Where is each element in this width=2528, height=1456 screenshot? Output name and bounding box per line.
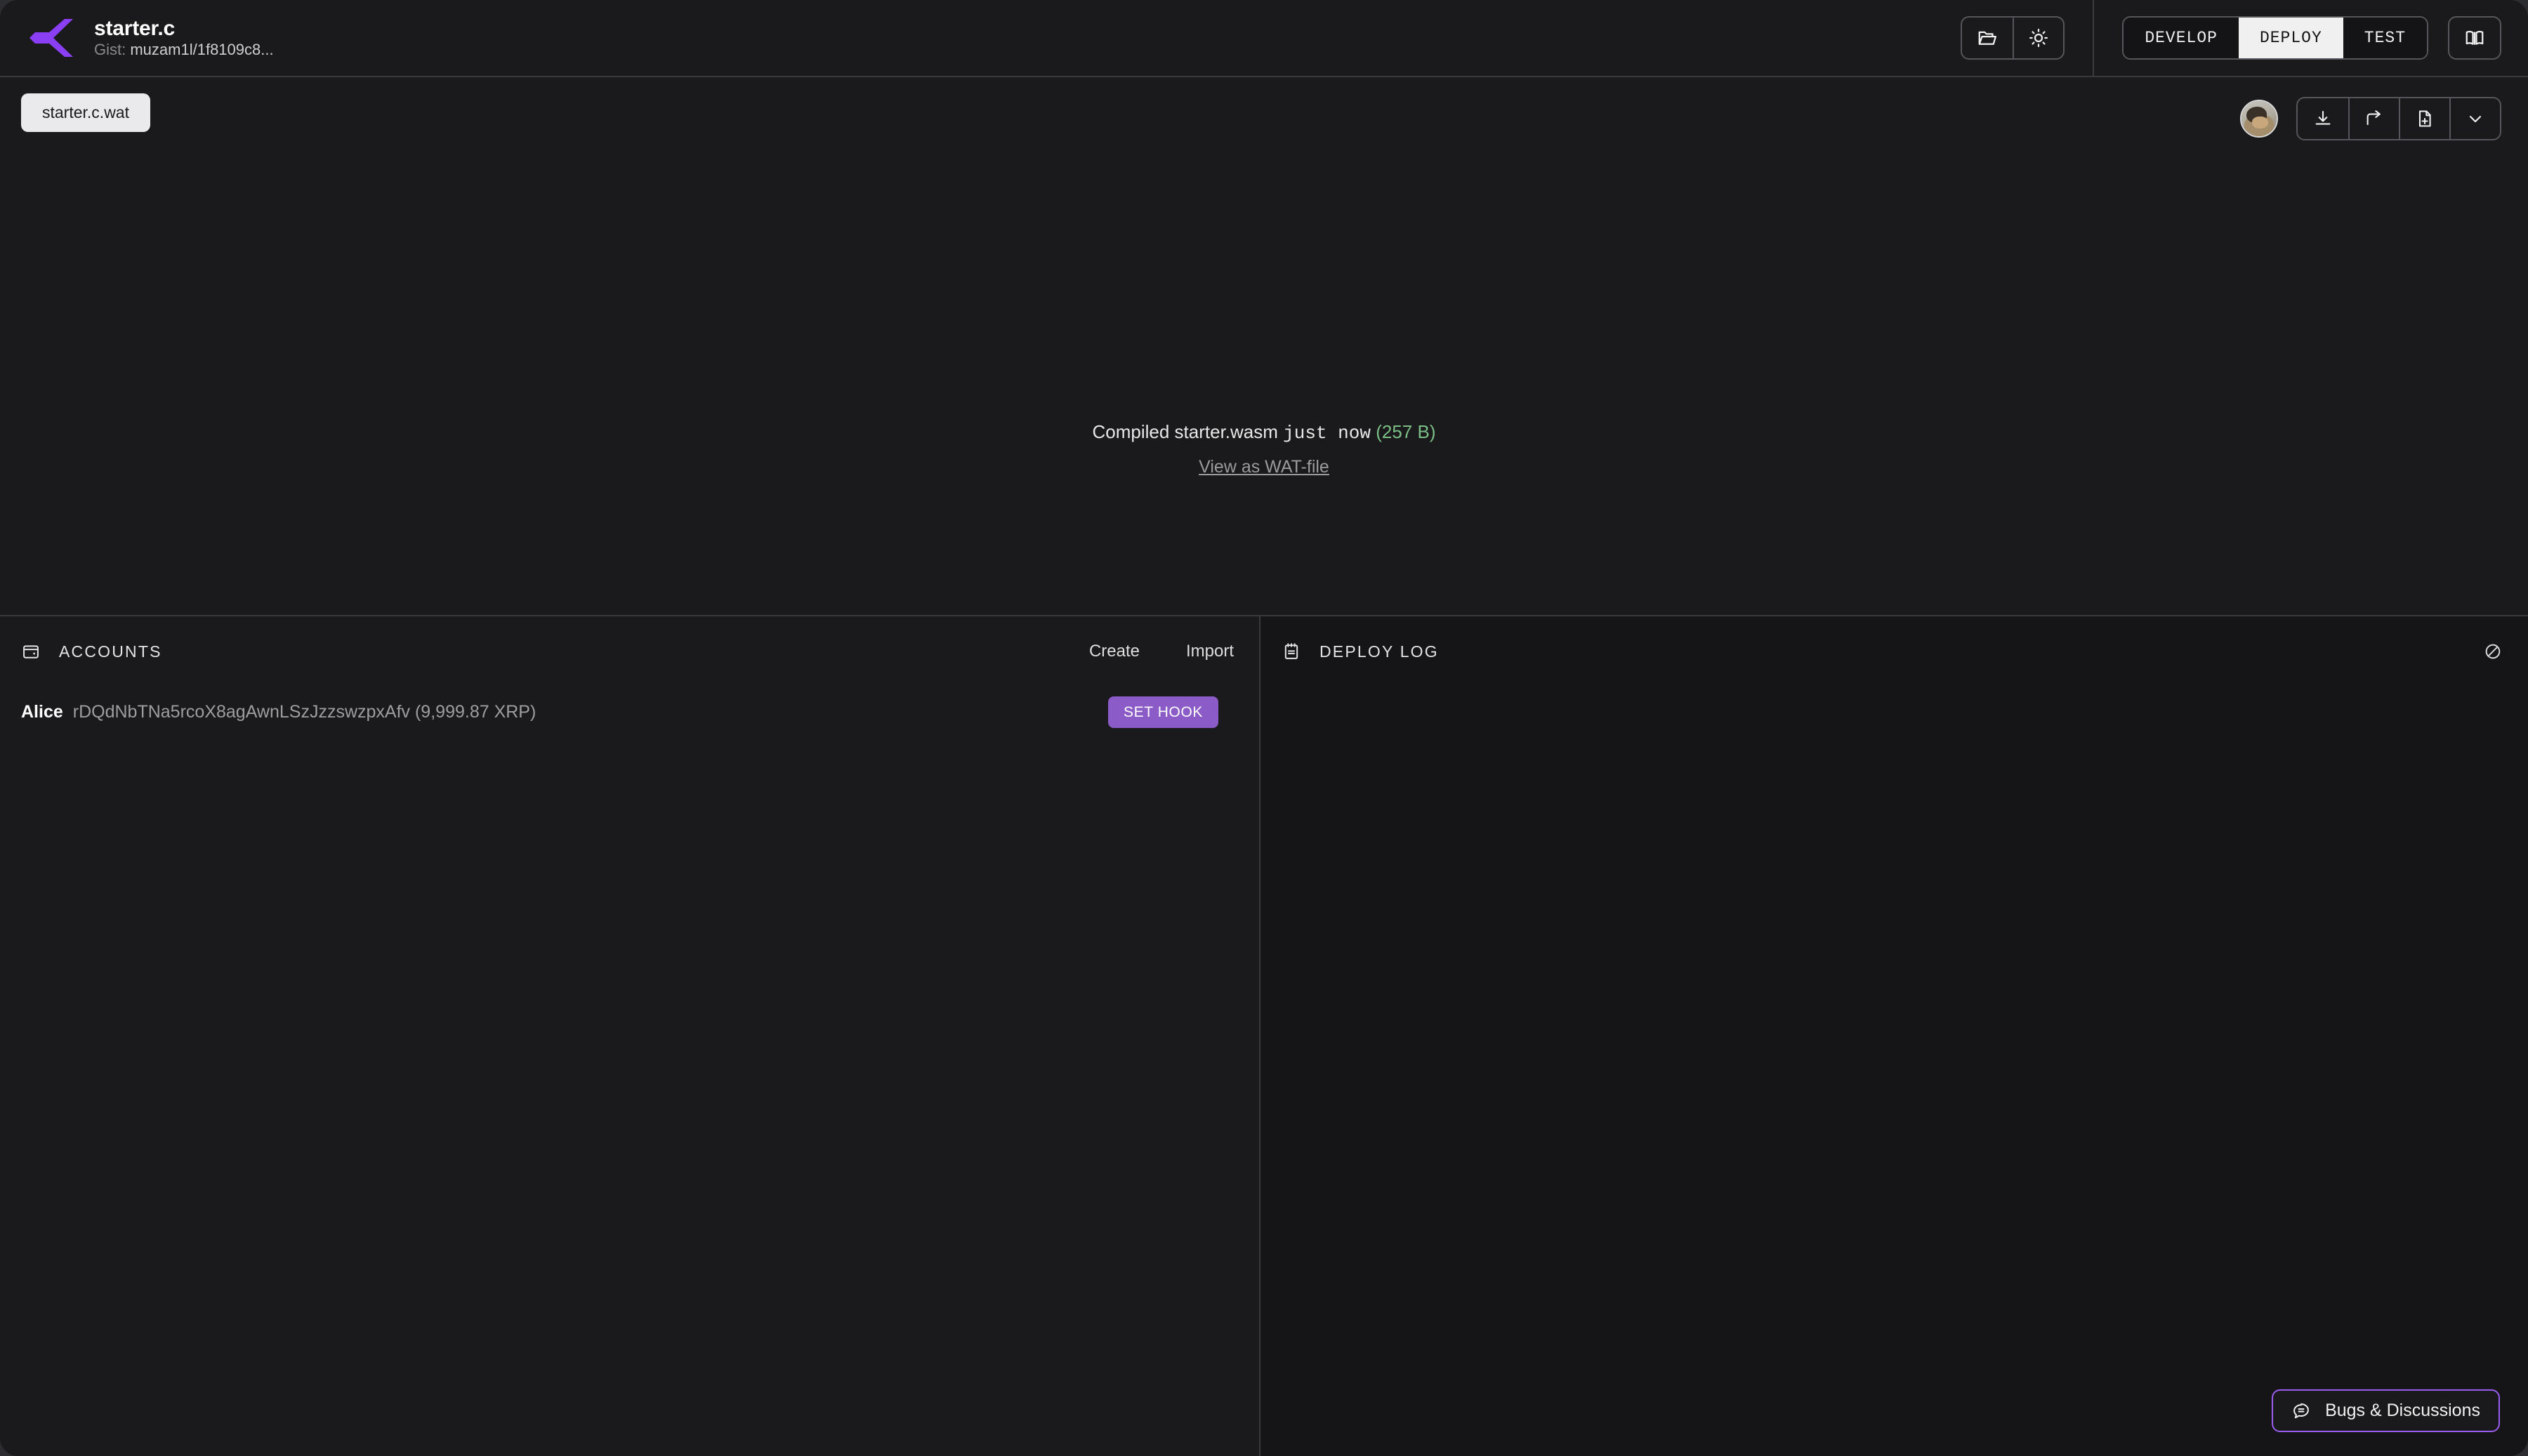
file-theme-group [1961, 16, 2065, 60]
wallet-icon [21, 642, 41, 661]
folder-open-icon [1978, 31, 1997, 45]
share-icon [2366, 110, 2381, 126]
gist-line: Gist: muzam1l/1f8109c8... [94, 42, 274, 58]
tab-bar: starter.c.wat [0, 77, 2528, 147]
download-button[interactable] [2298, 98, 2348, 139]
clear-log-button[interactable] [2483, 642, 2503, 661]
bugs-discussions-button[interactable]: Bugs & Discussions [2272, 1389, 2500, 1432]
chevron-down-icon [2469, 116, 2482, 123]
account-name: Alice [21, 702, 63, 722]
gist-value: muzam1l/1f8109c8... [130, 41, 274, 58]
account-address: rDQdNbTNa5rcoX8agAwnLSzJzzswzpxAfv (9,99… [72, 702, 536, 722]
compile-time: just now [1283, 423, 1371, 444]
editor-action-group [2296, 97, 2501, 140]
top-bar-divider [2093, 0, 2095, 77]
gist-label: Gist: [94, 41, 126, 58]
theme-toggle-button[interactable] [2013, 18, 2063, 58]
new-file-button[interactable] [2399, 98, 2449, 139]
download-icon [2315, 111, 2331, 125]
hooks-builder-logo-icon [29, 19, 73, 57]
top-bar: starter.c Gist: muzam1l/1f8109c8... DEVE… [0, 0, 2528, 77]
avatar-image-snout [2252, 117, 2268, 128]
deploy-log-header: DEPLOY LOG [1260, 616, 2528, 687]
set-hook-button[interactable]: SET HOOK [1108, 696, 1218, 728]
page-title: starter.c [94, 17, 175, 40]
mode-switch: DEVELOP DEPLOY TEST [2122, 16, 2428, 60]
app-window: starter.c Gist: muzam1l/1f8109c8... DEVE… [0, 0, 2528, 1456]
deploy-log-panel: DEPLOY LOG Bugs & Discussions [1260, 616, 2528, 1456]
bugs-discussions-label: Bugs & Discussions [2325, 1401, 2480, 1420]
tab-deploy[interactable]: DEPLOY [2238, 18, 2343, 58]
accounts-panel: ACCOUNTS Create Import Alice rDQdNbTNa5r… [0, 616, 1260, 1456]
open-file-button[interactable] [1962, 18, 2013, 58]
tab-starter-c-wat[interactable]: starter.c.wat [21, 93, 150, 132]
share-button[interactable] [2348, 98, 2399, 139]
compile-prefix: Compiled starter.wasm [1092, 421, 1278, 442]
book-icon [2466, 30, 2484, 45]
editor-zone: starter.c.wat Compiled starter.wasm just… [0, 77, 2528, 616]
top-bar-right: DEVELOP DEPLOY TEST [1961, 0, 2501, 77]
notepad-icon [1282, 642, 1301, 661]
table-row: Alice rDQdNbTNa5rcoX8agAwnLSzJzzswzpxAfv… [0, 687, 1259, 738]
accounts-panel-header: ACCOUNTS Create Import [0, 616, 1259, 687]
brand: starter.c Gist: muzam1l/1f8109c8... [21, 13, 274, 62]
deploy-log-title: DEPLOY LOG [1319, 642, 1439, 661]
editor-actions [2240, 97, 2501, 140]
tab-develop[interactable]: DEVELOP [2124, 18, 2239, 58]
clear-ban-icon [2485, 644, 2501, 659]
import-account-link[interactable]: Import [1186, 642, 1234, 661]
more-options-button[interactable] [2449, 98, 2500, 139]
sun-icon [2029, 29, 2048, 47]
compile-message: Compiled starter.wasm just now (257 B) [0, 421, 2528, 444]
accounts-panel-actions: Create Import [1089, 642, 1234, 661]
bottom-panels: ACCOUNTS Create Import Alice rDQdNbTNa5r… [0, 616, 2528, 1456]
tab-test[interactable]: TEST [2343, 18, 2427, 58]
compile-size: (257 B) [1376, 421, 1436, 442]
avatar[interactable] [2240, 100, 2278, 138]
docs-button[interactable] [2449, 18, 2500, 58]
chat-icon [2293, 1403, 2309, 1418]
accounts-panel-title: ACCOUNTS [59, 642, 162, 661]
compile-status: Compiled starter.wasm just now (257 B) V… [0, 421, 2528, 477]
new-file-icon [2418, 110, 2431, 127]
view-wat-link[interactable]: View as WAT-file [1199, 457, 1329, 477]
brand-text: starter.c Gist: muzam1l/1f8109c8... [94, 18, 274, 58]
create-account-link[interactable]: Create [1089, 642, 1140, 661]
docs-group [2448, 16, 2501, 60]
